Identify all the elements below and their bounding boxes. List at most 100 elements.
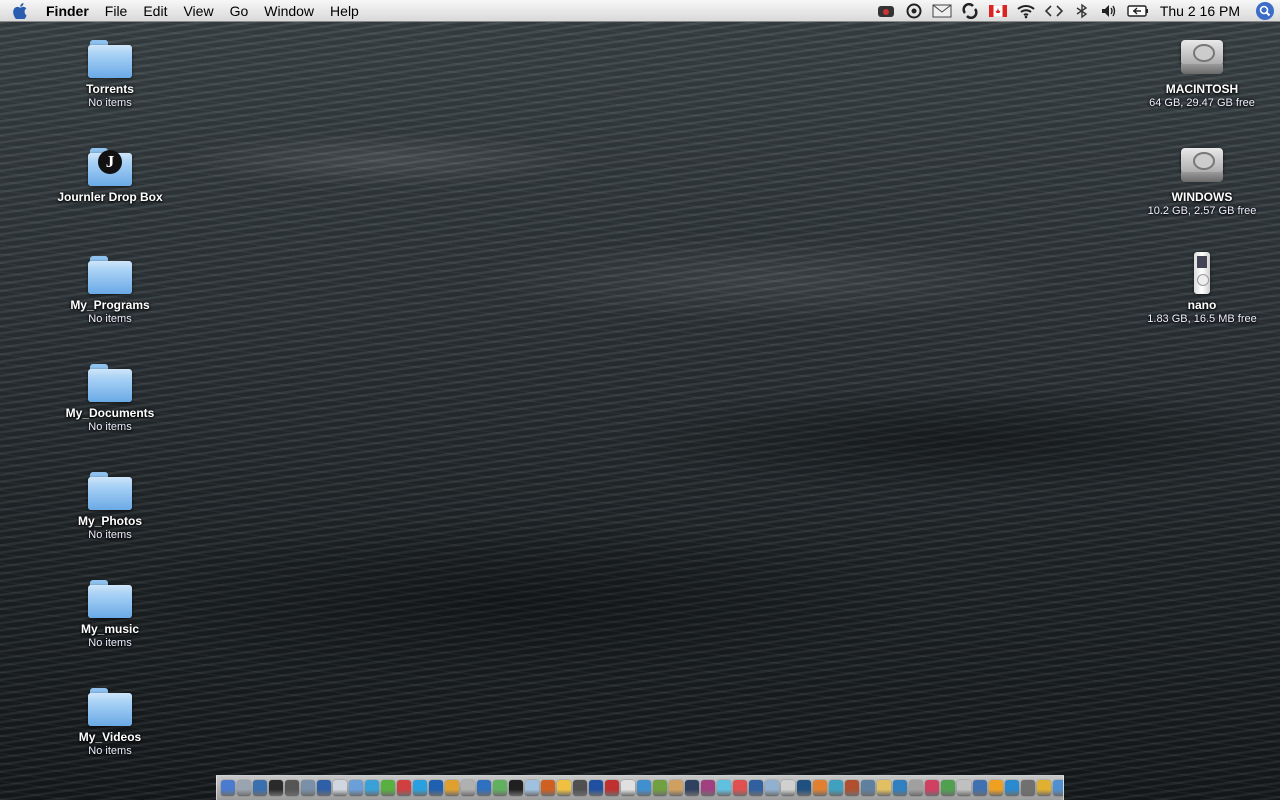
- dock-app-icon[interactable]: [1005, 780, 1019, 796]
- dock-app-icon[interactable]: [637, 780, 651, 796]
- desktop-icon-info: No items: [88, 529, 132, 541]
- dock-app-icon[interactable]: [749, 780, 763, 796]
- dock-app-icon[interactable]: [381, 780, 395, 796]
- dock-app-icon[interactable]: [397, 780, 411, 796]
- dock-app-icon[interactable]: [253, 780, 267, 796]
- dock-app-icon[interactable]: [557, 780, 571, 796]
- dock-app-icon[interactable]: [781, 780, 795, 796]
- desktop-icon-info: No items: [88, 421, 132, 433]
- menu-edit[interactable]: Edit: [135, 0, 175, 22]
- dock-app-icon[interactable]: [269, 780, 283, 796]
- battery-icon[interactable]: [1127, 0, 1149, 22]
- mail-icon[interactable]: [931, 0, 953, 22]
- dock-app-icon[interactable]: [669, 780, 683, 796]
- menu-clock[interactable]: Thu 2 16 PM: [1152, 3, 1250, 19]
- menu-go[interactable]: Go: [222, 0, 257, 22]
- dock-app-icon[interactable]: [333, 780, 347, 796]
- dock-app-icon[interactable]: [477, 780, 491, 796]
- dock-app-icon[interactable]: [429, 780, 443, 796]
- hard-disk-icon: [1178, 140, 1226, 188]
- dock-app-icon[interactable]: [813, 780, 827, 796]
- dock-app-icon[interactable]: [797, 780, 811, 796]
- dock-app-icon[interactable]: [765, 780, 779, 796]
- desktop-folder-torrents[interactable]: Torrents No items: [45, 32, 175, 110]
- dock-app-icon[interactable]: [349, 780, 363, 796]
- menu-window[interactable]: Window: [256, 0, 322, 22]
- menu-view[interactable]: View: [175, 0, 221, 22]
- dock-app-icon[interactable]: [1021, 780, 1035, 796]
- target-icon[interactable]: [903, 0, 925, 22]
- dock-app-icon[interactable]: [493, 780, 507, 796]
- dock-app-icon[interactable]: [973, 780, 987, 796]
- canada-flag-icon[interactable]: [987, 0, 1009, 22]
- desktop-icon-info: 1.83 GB, 16.5 MB free: [1147, 313, 1257, 325]
- dock-app-icon[interactable]: [733, 780, 747, 796]
- desktop-icon-label: Torrents: [86, 82, 134, 96]
- menu-bar: Finder File Edit View Go Window Help Thu…: [0, 0, 1280, 22]
- dock-app-icon[interactable]: [653, 780, 667, 796]
- desktop-icon-label: My_Videos: [78, 730, 142, 744]
- dock-app-icon[interactable]: [685, 780, 699, 796]
- dock-app-icon[interactable]: [845, 780, 859, 796]
- camera-icon[interactable]: [875, 0, 897, 22]
- dock-app-icon[interactable]: [317, 780, 331, 796]
- dock-app-icon[interactable]: [573, 780, 587, 796]
- dock-app-icon[interactable]: [909, 780, 923, 796]
- desktop-folder-my-documents[interactable]: My_Documents No items: [45, 356, 175, 434]
- desktop-icon-info: 64 GB, 29.47 GB free: [1149, 97, 1255, 109]
- desktop-icon-info: No items: [88, 313, 132, 325]
- dock-app-icon[interactable]: [509, 780, 523, 796]
- dock-app-icon[interactable]: [525, 780, 539, 796]
- desktop-folder-my-programs[interactable]: My_Programs No items: [45, 248, 175, 326]
- code-brackets-icon[interactable]: [1043, 0, 1065, 22]
- dock-app-icon[interactable]: [301, 780, 315, 796]
- dock-app-icon[interactable]: [861, 780, 875, 796]
- sync-icon[interactable]: [959, 0, 981, 22]
- dock-app-icon[interactable]: [605, 780, 619, 796]
- dock-app-icon[interactable]: [877, 780, 891, 796]
- journler-folder-icon: J: [86, 140, 134, 188]
- bluetooth-icon[interactable]: [1071, 0, 1093, 22]
- desktop-folder-my-music[interactable]: My_music No items: [45, 572, 175, 650]
- menu-help[interactable]: Help: [322, 0, 367, 22]
- dock-app-icon[interactable]: [445, 780, 459, 796]
- spotlight-icon[interactable]: [1250, 0, 1280, 22]
- desktop-volume-windows[interactable]: WINDOWS 10.2 GB, 2.57 GB free: [1137, 140, 1267, 218]
- desktop-folder-my-photos[interactable]: My_Photos No items: [45, 464, 175, 542]
- dock-app-icon[interactable]: [461, 780, 475, 796]
- dock-app-icon[interactable]: [717, 780, 731, 796]
- dock-app-icon[interactable]: [589, 780, 603, 796]
- dock-app-icon[interactable]: [989, 780, 1003, 796]
- dock-app-icon[interactable]: [829, 780, 843, 796]
- dock-app-icon[interactable]: [365, 780, 379, 796]
- dock-app-icon[interactable]: [701, 780, 715, 796]
- apple-logo-icon[interactable]: [0, 0, 40, 22]
- wifi-icon[interactable]: [1015, 0, 1037, 22]
- dock-app-icon[interactable]: [621, 780, 635, 796]
- hard-disk-icon: [1178, 32, 1226, 80]
- desktop-device-nano[interactable]: nano 1.83 GB, 16.5 MB free: [1137, 248, 1267, 326]
- app-menu-finder[interactable]: Finder: [40, 0, 97, 22]
- dock-app-icon[interactable]: [221, 780, 235, 796]
- status-menus: Thu 2 16 PM: [872, 0, 1280, 22]
- dock-app-icon[interactable]: [893, 780, 907, 796]
- desktop-icon-info: No items: [88, 97, 132, 109]
- desktop-icon-info: 10.2 GB, 2.57 GB free: [1147, 205, 1257, 217]
- volume-icon[interactable]: [1099, 0, 1121, 22]
- dock-app-icon[interactable]: [925, 780, 939, 796]
- desktop-folder-my-videos[interactable]: My_Videos No items: [45, 680, 175, 758]
- dock-app-icon[interactable]: [237, 780, 251, 796]
- desktop-folder-journler-drop-box[interactable]: J Journler Drop Box: [45, 140, 175, 204]
- menu-file[interactable]: File: [97, 0, 136, 22]
- dock-app-icon[interactable]: [285, 780, 299, 796]
- dock-app-icon[interactable]: [941, 780, 955, 796]
- folder-icon: [86, 32, 134, 80]
- folder-icon: [86, 680, 134, 728]
- dock-app-icon[interactable]: [1053, 780, 1063, 796]
- dock-app-icon[interactable]: [957, 780, 971, 796]
- dock-app-icon[interactable]: [413, 780, 427, 796]
- dock-app-icon[interactable]: [1037, 780, 1051, 796]
- desktop-volume-macintosh[interactable]: MACINTOSH 64 GB, 29.47 GB free: [1137, 32, 1267, 110]
- dock-app-icon[interactable]: [541, 780, 555, 796]
- ipod-icon: [1178, 248, 1226, 296]
